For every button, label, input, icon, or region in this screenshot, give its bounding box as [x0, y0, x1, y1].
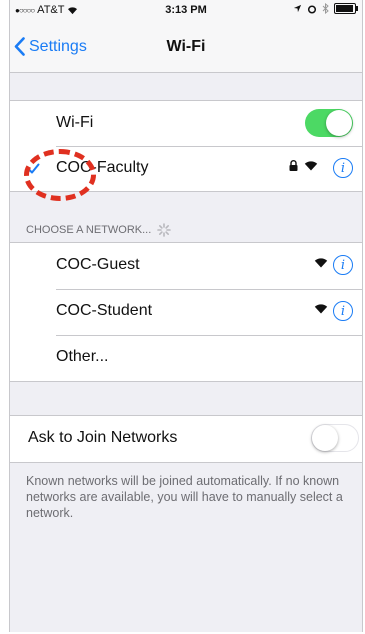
network-name: COC-Guest — [56, 256, 140, 273]
wifi-signal-icon — [304, 161, 318, 171]
status-right — [293, 3, 358, 14]
network-status-icons — [314, 303, 328, 314]
network-status-icons — [289, 160, 318, 171]
ask-join-toggle[interactable] — [311, 424, 359, 452]
wifi-group: Wi-Fi COC-Faculty i — [10, 100, 362, 192]
wifi-toggle-row: Wi-Fi — [10, 101, 362, 146]
choose-network-label: CHOOSE A NETWORK... — [26, 224, 152, 236]
battery-icon — [334, 3, 358, 14]
spinner-icon — [157, 223, 172, 237]
wifi-toggle[interactable] — [305, 109, 353, 137]
ask-join-group: Ask to Join Networks — [10, 415, 362, 463]
row-separator — [56, 335, 362, 336]
info-button[interactable]: i — [333, 158, 353, 178]
location-arrow-icon — [293, 4, 302, 13]
network-row-other[interactable]: Other... — [10, 335, 362, 381]
wifi-signal-icon — [314, 258, 328, 268]
connected-network-name: COC-Faculty — [56, 159, 149, 176]
info-button[interactable]: i — [333, 301, 353, 321]
toggle-knob — [312, 425, 338, 451]
network-row-coc-guest[interactable]: COC-Guest i — [10, 243, 362, 289]
network-list: COC-Guest i COC-Student i Other... — [10, 242, 362, 382]
row-separator — [56, 289, 362, 290]
wifi-label: Wi-Fi — [56, 114, 94, 131]
checkmark-icon — [27, 163, 40, 174]
wifi-signal-icon — [314, 304, 328, 314]
nav-bar: Settings Wi-Fi — [10, 20, 362, 73]
connected-network-row[interactable]: COC-Faculty i — [10, 146, 362, 191]
network-name: COC-Student — [56, 302, 153, 319]
toggle-knob — [326, 110, 352, 136]
row-separator — [56, 146, 362, 147]
lock-icon — [289, 160, 298, 171]
alarm-icon — [307, 4, 317, 14]
ask-join-footer: Known networks will be joined automatica… — [26, 474, 343, 520]
phone-screen: ●○○○○ AT&T 3:13 PM Settings Wi-Fi Wi-Fi … — [9, 0, 363, 632]
page-title: Wi-Fi — [166, 38, 206, 55]
network-row-coc-student[interactable]: COC-Student i — [10, 289, 362, 335]
ask-join-label: Ask to Join Networks — [28, 429, 178, 446]
network-name: Other... — [56, 348, 109, 365]
status-bar: ●○○○○ AT&T 3:13 PM — [10, 0, 362, 20]
choose-network-header: CHOOSE A NETWORK... — [26, 223, 172, 237]
info-button[interactable]: i — [333, 255, 353, 275]
network-status-icons — [314, 257, 328, 268]
ask-join-row: Ask to Join Networks — [10, 416, 362, 462]
bluetooth-icon — [322, 3, 329, 14]
